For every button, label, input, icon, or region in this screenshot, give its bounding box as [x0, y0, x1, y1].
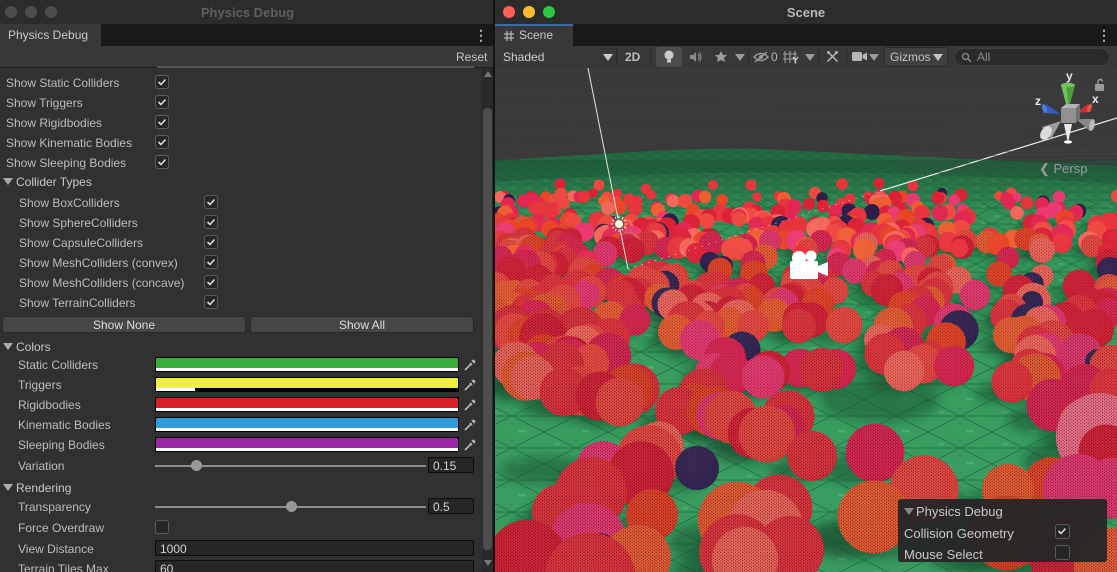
svg-text:❮ Persp: ❮ Persp [1039, 161, 1087, 177]
svg-text:z: z [1035, 94, 1041, 108]
svg-text:y: y [1066, 69, 1073, 83]
svg-text:x: x [1092, 92, 1099, 106]
